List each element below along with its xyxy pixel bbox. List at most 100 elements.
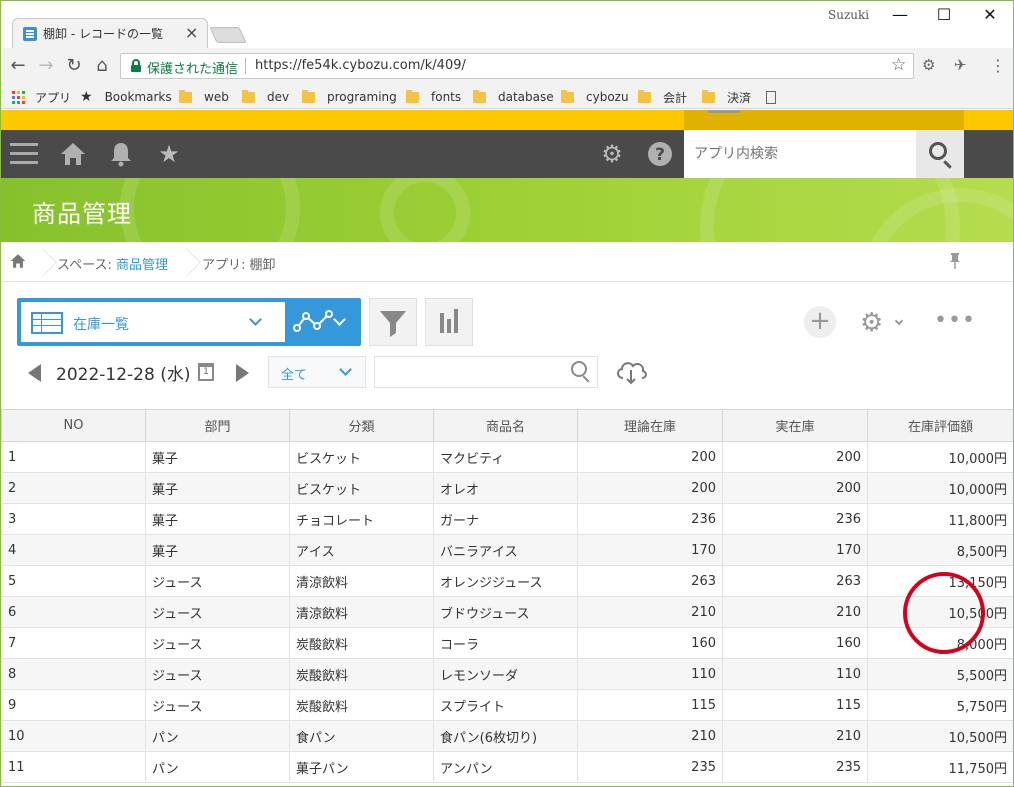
breadcrumb-home-icon[interactable] (10, 253, 26, 273)
bookmark-folder-fonts[interactable]: fonts (406, 88, 461, 106)
current-date: 2022-12-28 (水) (56, 365, 191, 385)
bookmark-star-icon[interactable]: ☆ (891, 55, 906, 75)
bookmark-folder-accounting[interactable]: 会計 (638, 88, 687, 106)
bookmark-page[interactable] (766, 88, 776, 106)
breadcrumb-space[interactable]: スペース: 商品管理 (57, 254, 168, 273)
home-icon[interactable]: ⌂ (90, 54, 114, 78)
more-options-icon[interactable]: ••• (934, 308, 976, 333)
browser-menu-icon[interactable]: ⋮ (990, 56, 1006, 75)
browser-tab[interactable]: 棚卸 - レコードの一覧 × (12, 18, 208, 48)
table-cell: 210 (722, 596, 868, 628)
app-search-button[interactable] (916, 130, 964, 178)
table-cell: 160 (722, 627, 868, 659)
breadcrumb-space-link[interactable]: 商品管理 (116, 258, 168, 273)
previous-date-icon[interactable] (28, 364, 41, 382)
table-cell: 200 (722, 472, 868, 504)
settings-gear-icon[interactable]: ⚙ (596, 138, 628, 170)
menu-icon[interactable] (10, 143, 38, 165)
minimize-button[interactable]: — (880, 4, 920, 28)
bookmark-folder-settlement[interactable]: 決済 (702, 88, 751, 106)
address-bar[interactable]: 保護された通信 https://fe54k.cybozu.com/k/409/ … (120, 53, 914, 79)
new-tab-button[interactable] (209, 27, 247, 43)
back-arrow-icon[interactable]: ← (6, 54, 30, 78)
extension-icon[interactable]: ✈ (954, 56, 967, 74)
table-cell: 11 (1, 751, 146, 783)
tab-close-icon[interactable]: × (185, 23, 198, 42)
table-cell: 236 (722, 503, 868, 535)
bookmark-label: dev (267, 90, 290, 104)
bookmark-folder-dev[interactable]: dev (242, 88, 289, 106)
url-text[interactable]: https://fe54k.cybozu.com/k/409/ (255, 58, 466, 73)
close-window-button[interactable]: ✕ (970, 4, 1010, 28)
bookmark-folder-cybozu[interactable]: cybozu (561, 88, 629, 106)
table-row[interactable]: 6 ジュース 清涼飲料 ブドウジュース 210 210 10,500円 (1, 596, 1013, 628)
pin-icon[interactable] (948, 252, 962, 274)
help-icon[interactable]: ? (644, 138, 676, 170)
table-cell: 菓子 (145, 441, 290, 473)
table-cell: ビスケット (289, 441, 434, 473)
table-row[interactable]: 1 菓子 ビスケット マクビティ 200 200 10,000円 (1, 441, 1013, 473)
reload-icon[interactable]: ↻ (62, 54, 86, 78)
column-header[interactable]: NO (1, 409, 146, 442)
app-settings-gear-icon[interactable]: ⚙ (860, 308, 883, 338)
bookmark-bookmarks[interactable]: ★ Bookmarks (80, 88, 172, 106)
view-dropdown[interactable]: 在庫一覧 (21, 302, 285, 342)
next-date-icon[interactable] (236, 364, 249, 382)
table-row[interactable]: 3 菓子 チョコレート ガーナ 236 236 11,800円 (1, 503, 1013, 535)
table-cell: 6 (1, 596, 146, 628)
breadcrumb-app[interactable]: アプリ: 棚卸 (202, 254, 276, 273)
bookmark-folder-programing[interactable]: programing (302, 88, 397, 106)
maximize-button[interactable]: ☐ (924, 4, 964, 28)
calendar-icon[interactable]: 1 (198, 363, 214, 381)
table-cell: 炭酸飲料 (289, 627, 434, 659)
table-row[interactable]: 11 パン 菓子パン アンパン 235 235 11,750円 (1, 751, 1013, 783)
keyword-search-icon[interactable] (571, 361, 587, 377)
table-cell: 11,750円 (867, 751, 1013, 783)
column-header[interactable]: 商品名 (433, 409, 578, 442)
table-row[interactable]: 8 ジュース 炭酸飲料 レモンソーダ 110 110 5,500円 (1, 658, 1013, 690)
graph-button[interactable] (425, 298, 473, 346)
table-cell: 食パン(6枚切り) (433, 720, 578, 752)
table-body: 1 菓子 ビスケット マクビティ 200 200 10,000円 2 菓子 ビスケット オレオ 200… (1, 441, 1013, 783)
table-cell: 7 (1, 627, 146, 659)
portal-home-icon[interactable] (57, 138, 89, 170)
download-cloud-icon[interactable] (614, 358, 648, 386)
table-row[interactable]: 4 菓子 アイス バニラアイス 170 170 8,500円 (1, 534, 1013, 566)
tab-title: 棚卸 - レコードの一覧 (43, 27, 163, 41)
notification-bell-icon[interactable] (105, 138, 137, 170)
table-row[interactable]: 10 パン 食パン 食パン(6枚切り) 210 210 10,500円 (1, 720, 1013, 752)
table-row[interactable]: 7 ジュース 炭酸飲料 コーラ 160 160 8,000円 (1, 627, 1013, 659)
settings-chevron-down-icon[interactable] (894, 316, 904, 326)
filter-button[interactable] (369, 298, 417, 346)
bookmark-folder-web[interactable]: web (179, 88, 229, 106)
table-cell: 菓子パン (289, 751, 434, 783)
folder-icon (179, 89, 192, 103)
app-search-input[interactable] (684, 130, 916, 178)
table-row[interactable]: 5 ジュース 清涼飲料 オレンジジュース 263 263 13,150円 (1, 565, 1013, 597)
column-header[interactable]: 分類 (289, 409, 434, 442)
bookmark-label: 決済 (727, 90, 752, 105)
column-header[interactable]: 理論在庫 (577, 409, 723, 442)
profile-user-label[interactable]: Suzuki (828, 8, 869, 22)
table-cell: 115 (722, 689, 868, 721)
column-header[interactable]: 実在庫 (722, 409, 868, 442)
bookmark-apps[interactable]: アプリ (12, 88, 71, 106)
column-header[interactable]: 在庫評価額 (867, 409, 1013, 442)
bookmark-label: database (498, 90, 554, 104)
extension-gear-icon[interactable]: ⚙ (922, 56, 935, 74)
table-row[interactable]: 2 菓子 ビスケット オレオ 200 200 10,000円 (1, 472, 1013, 504)
graph-view-icon[interactable] (293, 308, 337, 336)
add-record-button[interactable]: + (804, 306, 836, 338)
favorites-star-icon[interactable]: ★ (153, 138, 185, 170)
table-cell: 5,500円 (867, 658, 1013, 690)
category-filter-select[interactable]: 全て (268, 356, 366, 388)
keyword-search-input[interactable] (374, 356, 598, 388)
column-header[interactable]: 部門 (145, 409, 290, 442)
chevron-down-icon (339, 363, 352, 376)
table-cell: 263 (722, 565, 868, 597)
table-row[interactable]: 9 ジュース 炭酸飲料 スプライト 115 115 5,750円 (1, 689, 1013, 721)
table-cell: 235 (722, 751, 868, 783)
view-selector[interactable]: 在庫一覧 (17, 298, 361, 346)
forward-arrow-icon[interactable]: → (34, 54, 58, 78)
bookmark-folder-database[interactable]: database (473, 88, 554, 106)
